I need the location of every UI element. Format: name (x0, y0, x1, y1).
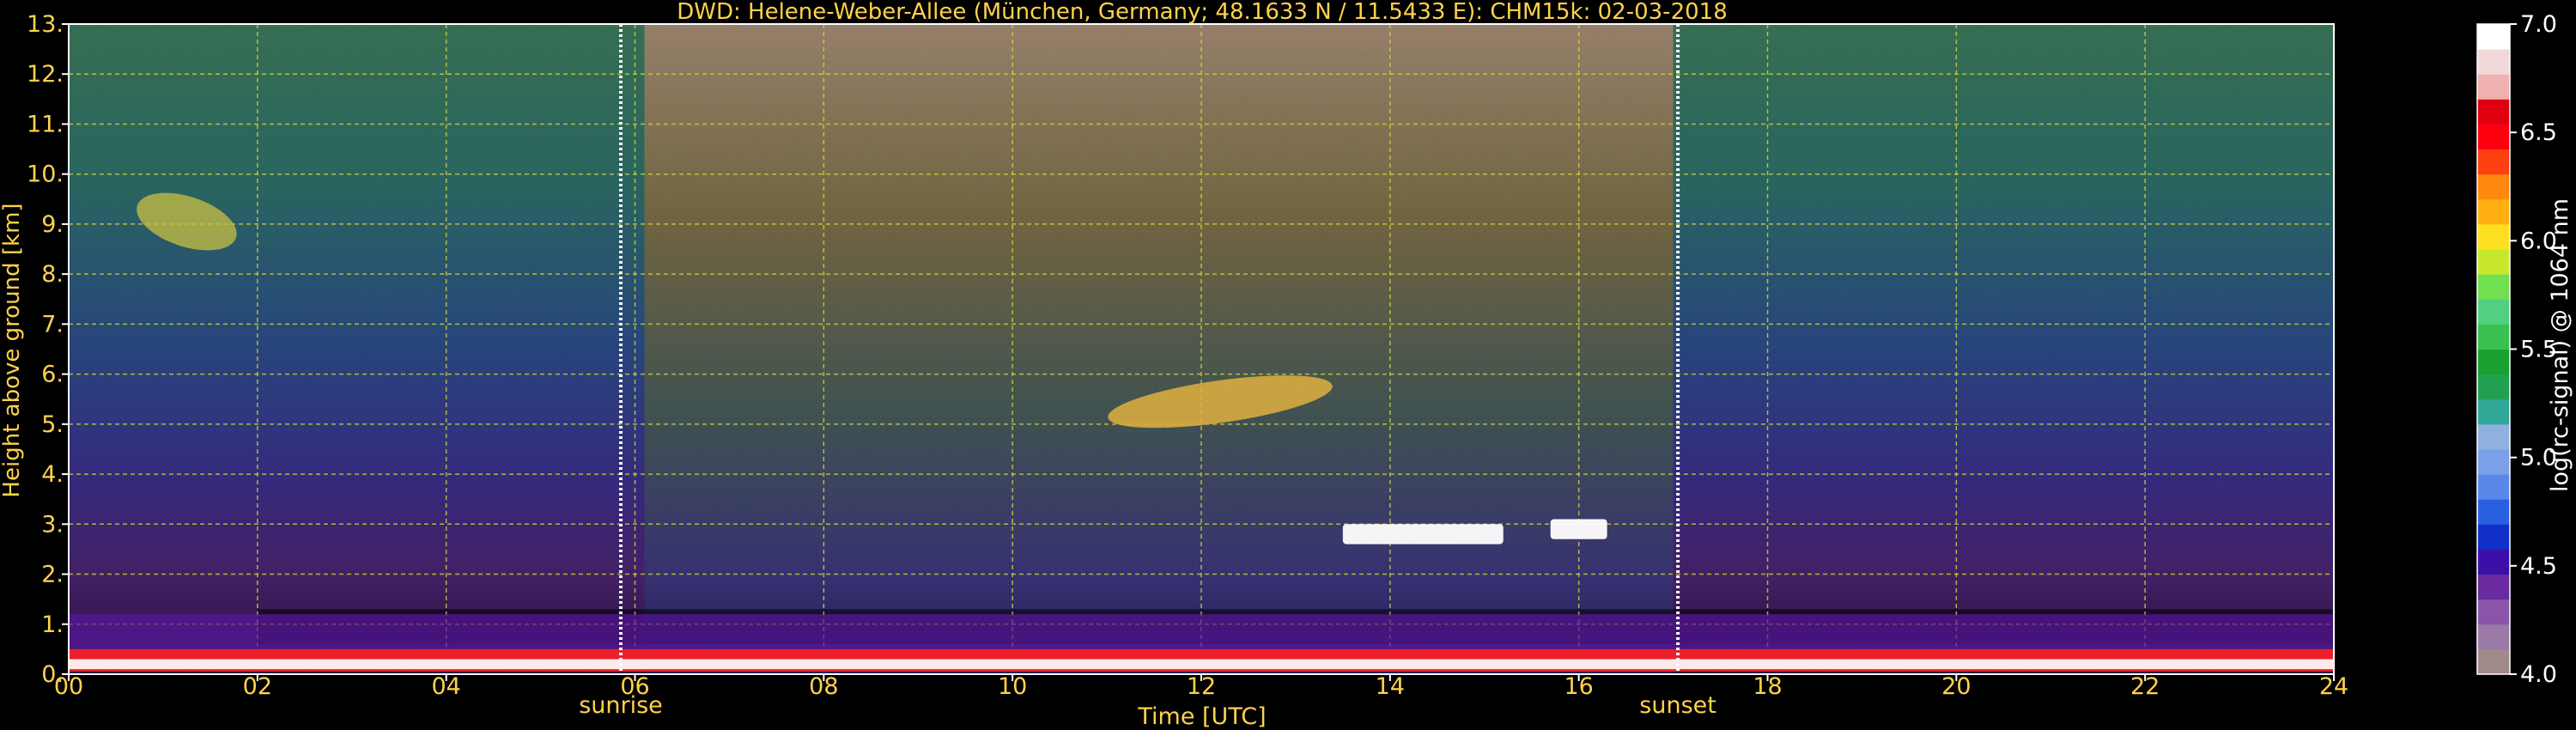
y-tick-label: 8. (41, 261, 64, 288)
colorbar-segment (2477, 99, 2510, 125)
colorbar-segment (2477, 474, 2510, 500)
y-tick-label: 6. (41, 362, 64, 388)
annotation-label-sunset: sunset (1639, 692, 1716, 719)
colorbar-segment (2477, 499, 2510, 525)
x-tick-label: 22 (2130, 673, 2160, 700)
y-tick-label: 4. (41, 461, 64, 488)
colorbar-segment (2477, 274, 2510, 300)
colorbar-segment (2477, 524, 2510, 550)
x-axis-label: Time [UTC] (1137, 703, 1266, 730)
colorbar-segment (2477, 74, 2510, 100)
colorbar-label: log(rc-signal) @ 1064 nm (2547, 198, 2573, 492)
x-tick-label: 18 (1753, 673, 1782, 700)
colorbar-segment (2477, 249, 2510, 275)
y-axis-label: Height above ground [km] (0, 203, 25, 497)
y-tick-label: 0. (41, 661, 64, 688)
colorbar-segment (2477, 149, 2510, 175)
y-tick-label: 11. (27, 111, 64, 137)
colorbar-segment (2477, 24, 2510, 50)
colorbar-tick-label: 7.0 (2520, 11, 2557, 38)
x-tick-label: 14 (1376, 673, 1405, 700)
y-tick-label: 5. (41, 411, 64, 438)
y-tick-label: 9. (41, 211, 64, 238)
colorbar-segment (2477, 173, 2510, 200)
y-tick-label: 3. (41, 511, 64, 538)
x-tick-label: 24 (2319, 673, 2348, 700)
feature-low-cloud-layer (1550, 519, 1607, 539)
y-tick-label: 13. (27, 11, 64, 38)
colorbar: 4.04.55.05.56.06.57.0 (2476, 11, 2557, 688)
x-tick-label: 20 (1941, 673, 1971, 700)
colorbar-segment (2477, 198, 2510, 225)
colorbar-segment (2477, 624, 2510, 650)
feature-low-cloud-layer (1342, 524, 1504, 544)
x-tick-label: 16 (1564, 673, 1593, 700)
x-tick-label: 04 (431, 673, 460, 700)
ceilometer-chart: sunrise sunset 00 02 04 06 08 10 12 14 16 18 20 22 24… (0, 0, 2573, 730)
colorbar-segment (2477, 423, 2510, 450)
colorbar-segment (2477, 124, 2510, 150)
colorbar-segment (2477, 448, 2510, 475)
colorbar-tick-label: 4.5 (2520, 553, 2557, 580)
colorbar-segment (2477, 324, 2510, 350)
feature-boundary-layer-peak (69, 659, 2334, 670)
x-tick-label: 08 (809, 673, 838, 700)
colorbar-segment (2477, 599, 2510, 625)
x-tick-label: 06 (620, 673, 649, 700)
colorbar-segment (2477, 349, 2510, 375)
colorbar-segment (2477, 374, 2510, 400)
colorbar-segment (2477, 648, 2510, 675)
colorbar-segment (2477, 223, 2510, 250)
y-tick-label: 7. (41, 311, 64, 338)
y-tick-label: 12. (27, 61, 64, 88)
colorbar-segment (2477, 574, 2510, 600)
x-tick-label: 02 (243, 673, 272, 700)
colorbar-segment (2477, 299, 2510, 325)
y-tick-label: 1. (41, 611, 64, 638)
colorbar-tick-label: 4.0 (2520, 661, 2557, 688)
x-tick-label: 12 (1187, 673, 1216, 700)
chart-title: DWD: Helene-Weber-Allee (München, German… (677, 0, 1728, 25)
colorbar-tick-label: 6.5 (2520, 119, 2557, 146)
y-tick-label: 2. (41, 562, 64, 588)
y-tick-label: 10. (27, 161, 64, 188)
colorbar-segment (2477, 49, 2510, 75)
x-tick-label: 10 (998, 673, 1027, 700)
colorbar-segment (2477, 398, 2510, 425)
colorbar-segment (2477, 549, 2510, 575)
